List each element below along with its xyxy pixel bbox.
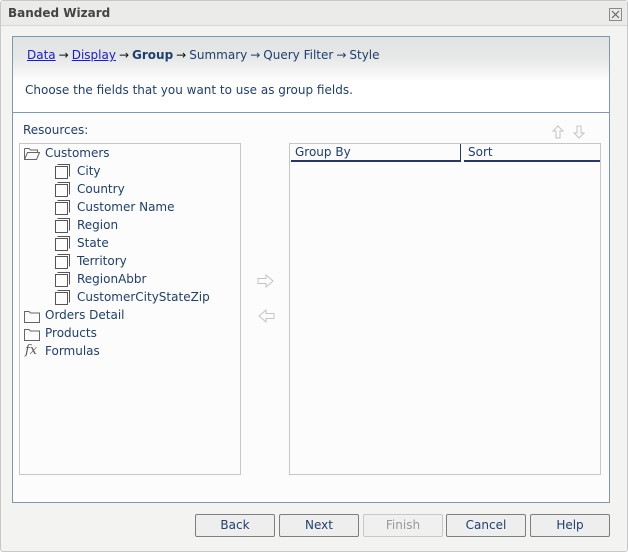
field-icon: [55, 164, 70, 179]
banded-wizard-dialog: Banded Wizard Data → Display → Group → Summary…: [0, 0, 628, 552]
tree-field-label: Country: [77, 182, 125, 196]
tree-field-label: Region: [77, 218, 119, 232]
wizard-panel: Data → Display → Group → Summary → Query Filter →…: [12, 36, 610, 503]
breadcrumb-step-style: Style: [349, 48, 380, 62]
column-header-group-by[interactable]: Group By: [291, 144, 461, 162]
finish-button[interactable]: Finish: [363, 514, 443, 537]
breadcrumb: Data → Display → Group → Summary → Query Filter →…: [27, 48, 380, 62]
wizard-header: Data → Display → Group → Summary → Query Filter →…: [13, 37, 609, 113]
back-button[interactable]: Back: [195, 514, 275, 537]
arrow-right-icon: [257, 273, 274, 289]
tree-field-label: Territory: [77, 254, 127, 268]
cancel-button[interactable]: Cancel: [446, 514, 526, 537]
move-up-button[interactable]: [551, 125, 565, 139]
tree-node-label: Products: [45, 326, 97, 340]
tree-field-label: RegionAbbr: [77, 272, 147, 286]
field-icon: [55, 254, 70, 269]
folder-open-icon: [24, 148, 40, 160]
field-icon: [55, 290, 70, 305]
instruction-text: Choose the fields that you want to use a…: [25, 83, 353, 97]
tree-field-label: State: [77, 236, 109, 250]
breadcrumb-separator: →: [250, 48, 261, 62]
close-button[interactable]: [609, 8, 622, 21]
next-button[interactable]: Next: [279, 514, 359, 537]
title-bar[interactable]: Banded Wizard: [1, 1, 627, 26]
breadcrumb-separator: →: [118, 48, 130, 62]
folder-icon: [24, 311, 40, 323]
field-icon: [55, 218, 70, 233]
tree-field-label: CustomerCityStateZip: [77, 290, 210, 304]
field-icon: [55, 200, 70, 215]
arrow-up-icon: [551, 125, 565, 139]
breadcrumb-separator: →: [336, 48, 347, 62]
remove-field-button[interactable]: [257, 308, 275, 325]
breadcrumb-step-query-filter: Query Filter: [263, 48, 334, 62]
breadcrumb-step-data[interactable]: Data: [27, 48, 56, 62]
move-down-button[interactable]: [572, 125, 586, 139]
field-icon: [55, 182, 70, 197]
breadcrumb-step-summary: Summary: [189, 48, 248, 62]
column-header-sort[interactable]: Sort: [464, 144, 600, 162]
tree-node-label: Customers: [45, 146, 110, 160]
dialog-title: Banded Wizard: [8, 6, 111, 20]
breadcrumb-step-group: Group: [132, 48, 174, 62]
resources-tree[interactable]: Customers City Country Customer Name Reg…: [19, 143, 241, 475]
tree-node-label: Orders Detail: [45, 308, 125, 322]
formula-icon: fx: [25, 343, 38, 358]
resources-label: Resources:: [23, 123, 89, 137]
arrow-left-icon: [258, 308, 275, 324]
help-button[interactable]: Help: [530, 514, 610, 537]
tree-node-label: Formulas: [45, 344, 100, 358]
field-icon: [55, 272, 70, 287]
tree-field-label: Customer Name: [77, 200, 175, 214]
close-icon: [611, 10, 620, 19]
breadcrumb-step-display[interactable]: Display: [72, 48, 116, 62]
arrow-down-icon: [572, 125, 586, 139]
folder-icon: [24, 329, 40, 341]
group-by-table[interactable]: Group By Sort: [289, 143, 601, 475]
breadcrumb-separator: →: [176, 48, 187, 62]
tree-field-label: City: [77, 164, 101, 178]
field-icon: [55, 236, 70, 251]
breadcrumb-separator: →: [58, 48, 69, 62]
add-field-button[interactable]: [257, 273, 275, 290]
